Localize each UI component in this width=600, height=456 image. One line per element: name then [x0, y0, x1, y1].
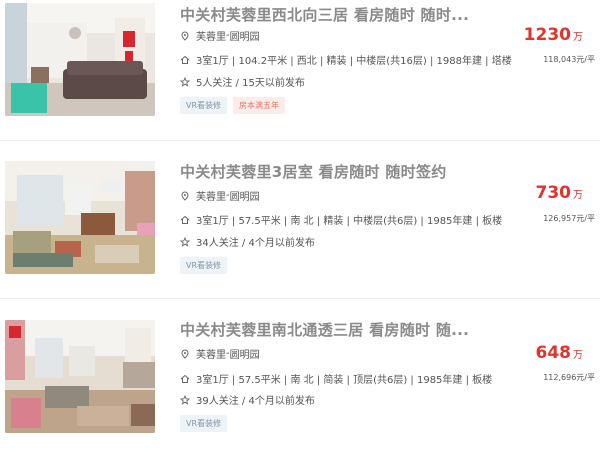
unit-price: 118,043元/平: [543, 55, 595, 64]
community-link[interactable]: 芙蓉里: [196, 346, 226, 361]
star-icon: [180, 394, 190, 405]
divider: [0, 140, 600, 141]
follow-info: 5人关注 / 15天以前发布: [196, 78, 305, 89]
living-room-photo: [5, 3, 155, 116]
unit-price: 112,696元/平: [543, 373, 595, 382]
house-info-row: 3室1厅 | 104.2平米 | 西北 | 精装 | 中楼层(共16层) | 1…: [180, 52, 512, 67]
listing-title[interactable]: 中关村芙蓉里南北通透三居 看房随时 随...: [180, 319, 469, 340]
follow-row: 5人关注 / 15天以前发布: [180, 74, 305, 89]
star-icon: [180, 236, 190, 247]
location-row: 芙蓉里 - 圆明园: [180, 346, 260, 361]
house-icon: [180, 55, 190, 65]
listing-item[interactable]: 中关村芙蓉里西北向三居 看房随时 随时... 1230 万 118,043元/平 …: [0, 0, 600, 142]
house-info: 3室1厅 | 57.5平米 | 南 北 | 精装 | 中楼层(共6层) | 19…: [196, 216, 503, 227]
price-value: 648: [535, 343, 572, 363]
price-value: 730: [535, 183, 572, 203]
five-year-tag: 房本满五年: [233, 97, 286, 114]
price-unit: 万: [573, 32, 583, 43]
location-row: 芙蓉里 - 圆明园: [180, 28, 260, 43]
follow-row: 34人关注 / 4个月以前发布: [180, 234, 315, 249]
tag-list: VR看装修 房本满五年: [180, 97, 291, 114]
follow-row: 39人关注 / 4个月以前发布: [180, 392, 315, 407]
follow-info: 39人关注 / 4个月以前发布: [196, 396, 315, 407]
district-link[interactable]: 圆明园: [230, 28, 260, 43]
district-link[interactable]: 圆明园: [230, 346, 260, 361]
follow-info: 34人关注 / 4个月以前发布: [196, 238, 315, 249]
district-link[interactable]: 圆明园: [230, 188, 260, 203]
unit-price: 126,957元/平: [543, 214, 595, 223]
star-icon: [180, 76, 190, 87]
vr-tag[interactable]: VR看装修: [180, 415, 228, 432]
house-info-row: 3室1厅 | 57.5平米 | 南 北 | 简装 | 顶层(共6层) | 198…: [180, 371, 492, 386]
location-pin-icon: [180, 348, 190, 359]
price-value: 1230: [523, 25, 571, 45]
vr-tag[interactable]: VR看装修: [180, 257, 228, 274]
divider: [0, 298, 600, 299]
location-pin-icon: [180, 190, 190, 201]
listing-title[interactable]: 中关村芙蓉里3居室 看房随时 随时签约: [180, 161, 447, 182]
living-room-photo: [5, 161, 155, 274]
house-icon: [180, 374, 190, 384]
community-link[interactable]: 芙蓉里: [196, 28, 226, 43]
price-unit: 万: [573, 190, 583, 201]
listing-photo[interactable]: [5, 3, 155, 116]
total-price: 648 万: [536, 343, 584, 363]
vr-tag[interactable]: VR看装修: [180, 97, 228, 114]
total-price: 1230 万: [524, 25, 583, 45]
listing-item[interactable]: 中关村芙蓉里3居室 看房随时 随时签约 730 万 126,957元/平 芙蓉里 …: [0, 157, 600, 299]
listing-photo[interactable]: [5, 161, 155, 274]
listing-photo[interactable]: [5, 320, 155, 433]
total-price: 730 万: [536, 183, 584, 203]
location-row: 芙蓉里 - 圆明园: [180, 188, 260, 203]
house-info: 3室1厅 | 57.5平米 | 南 北 | 简装 | 顶层(共6层) | 198…: [196, 375, 493, 386]
tag-list: VR看装修: [180, 257, 233, 274]
location-pin-icon: [180, 30, 190, 41]
community-link[interactable]: 芙蓉里: [196, 188, 226, 203]
listing-item[interactable]: 中关村芙蓉里南北通透三居 看房随时 随... 648 万 112,696元/平 芙…: [0, 314, 600, 456]
price-unit: 万: [573, 350, 583, 361]
house-icon: [180, 215, 190, 225]
living-room-photo: [5, 320, 155, 433]
listing-title[interactable]: 中关村芙蓉里西北向三居 看房随时 随时...: [180, 4, 469, 25]
tag-list: VR看装修: [180, 415, 233, 432]
house-info-row: 3室1厅 | 57.5平米 | 南 北 | 精装 | 中楼层(共6层) | 19…: [180, 212, 502, 227]
house-info: 3室1厅 | 104.2平米 | 西北 | 精装 | 中楼层(共16层) | 1…: [196, 56, 512, 67]
